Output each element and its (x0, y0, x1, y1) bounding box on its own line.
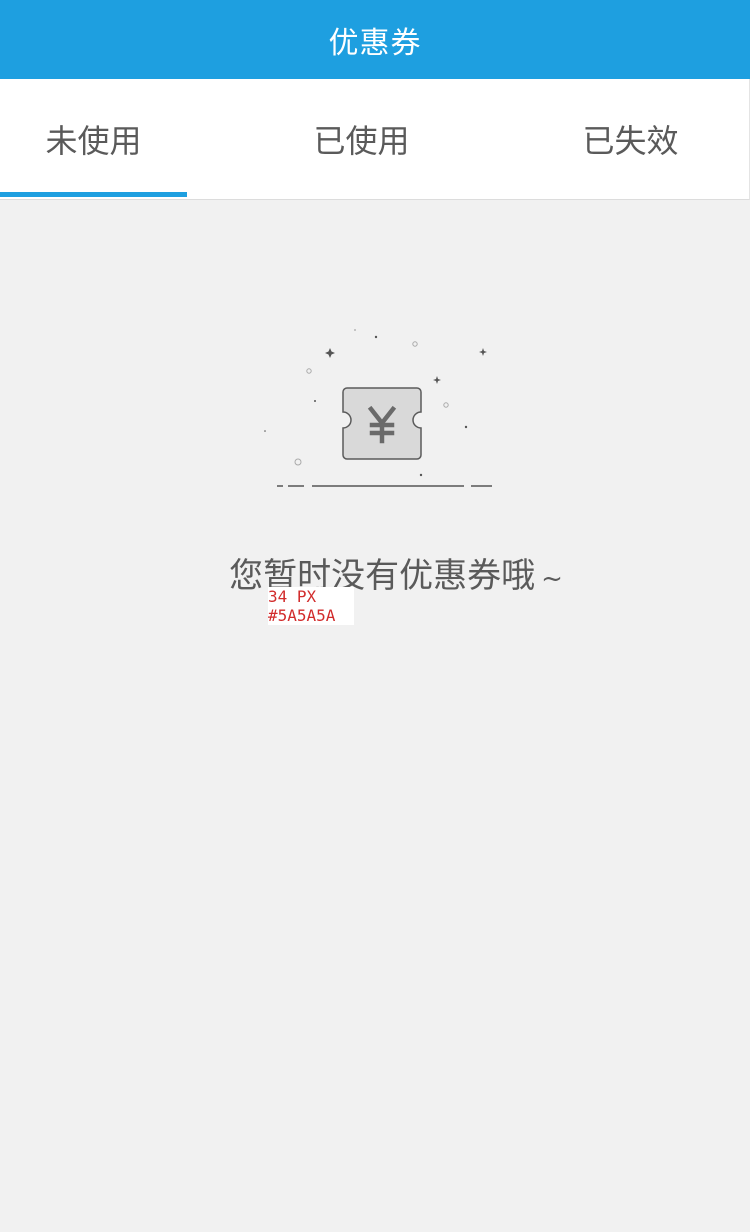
empty-message-tilde: ~ (541, 564, 563, 594)
header-bar: 优惠券 (0, 0, 750, 79)
tab-expired[interactable]: 已失效 (537, 79, 724, 199)
tab-unused[interactable]: 未使用 (0, 79, 187, 199)
active-tab-indicator (0, 192, 187, 197)
annotation-font-size: 34 PX (268, 587, 317, 606)
tab-used[interactable]: 已使用 (268, 79, 455, 199)
empty-message: 您暂时没有优惠券哦 ~ (0, 548, 750, 597)
coupon-yen-icon (264, 329, 492, 487)
annotation-color: #5A5A5A (268, 606, 336, 625)
page-title: 优惠券 (328, 25, 422, 61)
tab-bar: 未使用 已使用 已失效 (0, 79, 750, 200)
design-annotation: 34 PX #5A5A5A (268, 587, 354, 625)
